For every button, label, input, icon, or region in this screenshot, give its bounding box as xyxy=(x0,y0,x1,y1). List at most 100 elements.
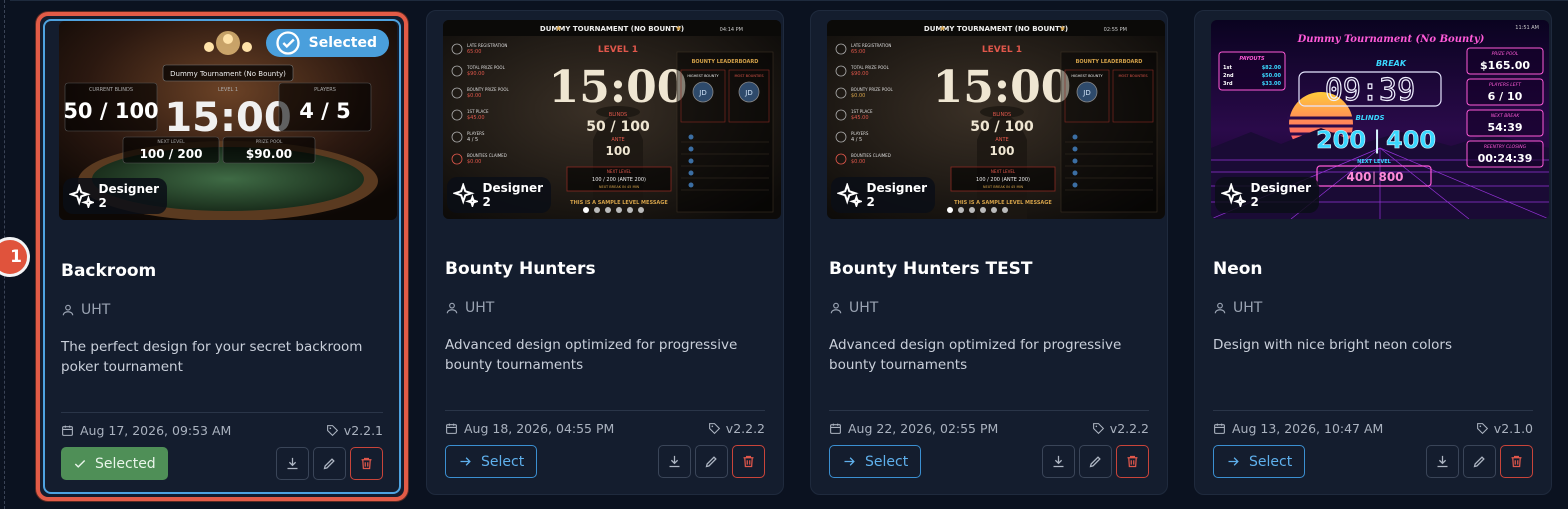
edit-button[interactable] xyxy=(313,447,346,480)
preview-blinds-label: CURRENT BLINDS xyxy=(89,87,133,93)
preview-blinds-label: BLINDS xyxy=(1355,114,1384,122)
select-button[interactable]: Select xyxy=(1213,445,1306,478)
card-divider xyxy=(829,410,1149,411)
download-button[interactable] xyxy=(276,447,309,480)
preview-initials: JD xyxy=(744,89,752,97)
step-badge: 1 xyxy=(0,237,30,277)
download-icon xyxy=(1053,455,1064,468)
preview-players: 6 / 10 xyxy=(1488,90,1523,103)
preview-stat-value: $0.00 xyxy=(467,159,481,165)
check-icon xyxy=(74,459,86,468)
card-title: Bounty Hunters TEST xyxy=(829,259,1033,279)
preview-highest-bounty: HIGHEST BOUNTY xyxy=(1071,74,1103,78)
card-actions xyxy=(1426,445,1533,478)
preview-stat-label: PLAYERS xyxy=(851,131,869,136)
top-rule xyxy=(10,0,1568,1)
card-author: UHT xyxy=(829,300,878,316)
preview-message: THIS IS A SAMPLE LEVEL MESSAGE xyxy=(954,200,1052,206)
designer-label: Designer 2 xyxy=(866,181,928,209)
download-icon xyxy=(287,457,298,470)
design-preview[interactable]: 11:51 AM Dummy Tournament (No Bounty) BR… xyxy=(1211,20,1549,219)
delete-button[interactable] xyxy=(350,447,383,480)
card-version: v2.1.0 xyxy=(1476,421,1533,436)
sparkles-icon xyxy=(837,182,862,208)
preview-next-break-label: NEXT BREAK xyxy=(1491,113,1521,119)
card-date: Aug 13, 2026, 10:47 AM xyxy=(1213,421,1383,436)
preview-timer: 15:00 xyxy=(549,62,688,113)
preview-stat-label: BOUNTY PRIZE POOL xyxy=(467,87,510,92)
date-text: Aug 17, 2026, 09:53 AM xyxy=(80,423,232,438)
preview-next-blinds: 100 / 200 (ANTE 200) xyxy=(976,177,1030,183)
author-name: UHT xyxy=(465,300,495,316)
preview-stat-value: $0.00 xyxy=(851,159,865,165)
design-preview[interactable]: Dummy Tournament (No Bounty) CURRENT BLI… xyxy=(59,21,397,220)
download-icon xyxy=(1437,455,1448,468)
preview-stat-value: $90.00 xyxy=(467,71,485,77)
preview-stat-label: LATE REGISTRATION xyxy=(851,43,891,48)
trash-icon xyxy=(743,455,754,468)
card-date: Aug 17, 2026, 09:53 AM xyxy=(61,423,231,438)
delete-button[interactable] xyxy=(732,445,765,478)
card-divider xyxy=(1213,410,1533,411)
preview-blinds: 50 / 100 xyxy=(63,99,158,123)
preview-most-bounties: MOST BOUNTIES xyxy=(1118,74,1148,78)
preview-stat-label: TOTAL PRIZE POOL xyxy=(850,65,890,70)
download-button[interactable] xyxy=(658,445,691,478)
preview-stat-label: BOUNTIES CLAIMED xyxy=(851,153,891,158)
preview-initials: JD xyxy=(698,89,706,97)
design-card-bounty-hunters[interactable]: DUMMY TOURNAMENT (NO BOUNTY) 04:14 PM ★ … xyxy=(426,10,784,495)
tag-icon xyxy=(708,423,720,435)
delete-button[interactable] xyxy=(1500,445,1533,478)
design-card-bounty-hunters-test[interactable]: DUMMY TOURNAMENT (NO BOUNTY) 02:55 PM ★ … xyxy=(810,10,1168,495)
preview-next-label: NEXT LEVEL xyxy=(607,169,632,174)
designer-label: Designer 2 xyxy=(98,182,160,210)
selected-chip-label: Selected xyxy=(308,35,377,51)
svg-text:|: | xyxy=(1372,170,1376,184)
preview-stat-value: $0.00 xyxy=(851,93,865,99)
download-button[interactable] xyxy=(1426,445,1459,478)
preview-level-label: LEVEL 1 xyxy=(218,87,238,93)
card-description: Advanced design optimized for progressiv… xyxy=(445,337,738,373)
design-preview[interactable]: DUMMY TOURNAMENT (NO BOUNTY) 04:14 PM ★ … xyxy=(443,20,781,219)
arrow-right-icon xyxy=(1228,457,1239,466)
design-card-backroom[interactable]: Dummy Tournament (No Bounty) CURRENT BLI… xyxy=(36,12,408,501)
select-button-label: Select xyxy=(481,453,525,470)
edit-button[interactable] xyxy=(695,445,728,478)
version-text: v2.1.0 xyxy=(1493,421,1533,436)
selected-button[interactable]: Selected xyxy=(61,447,168,480)
design-preview[interactable]: DUMMY TOURNAMENT (NO BOUNTY) 02:55 PM ★ … xyxy=(827,20,1165,219)
delete-button[interactable] xyxy=(1116,445,1149,478)
preview-players-label: PLAYERS xyxy=(314,87,336,93)
preview-stat-value: 65:00 xyxy=(851,49,865,55)
calendar-icon xyxy=(1214,423,1225,434)
preview-blinds: 50 / 100 xyxy=(586,119,650,135)
select-button[interactable]: Select xyxy=(829,445,922,478)
user-icon xyxy=(1214,302,1226,314)
preview-clock: 04:14 PM xyxy=(720,27,743,33)
edit-button[interactable] xyxy=(1463,445,1496,478)
date-text: Aug 22, 2026, 02:55 PM xyxy=(848,421,999,436)
preview-leaderboard: BOUNTY LEADERBOARD xyxy=(1076,59,1143,65)
card-version: v2.2.2 xyxy=(1092,421,1149,436)
preview-stat-value: $45.00 xyxy=(467,115,485,121)
preview-prize-label: PRIZE POOL xyxy=(1492,51,1519,57)
preview-ante: 100 xyxy=(989,144,1014,158)
preview-stat-value: $90.00 xyxy=(851,71,869,77)
card-title: Backroom xyxy=(61,261,157,281)
card-divider xyxy=(61,412,383,413)
select-button[interactable]: Select xyxy=(445,445,538,478)
preview-payout-amount: $82.00 xyxy=(1262,65,1282,71)
selected-button-label: Selected xyxy=(95,455,156,472)
tag-icon xyxy=(1476,423,1488,435)
tag-icon xyxy=(1092,423,1104,435)
preview-next-break: NEXT BREAK IN 45 MIN xyxy=(599,185,640,189)
version-text: v2.2.1 xyxy=(343,423,383,438)
preview-stat-label: BOUNTIES CLAIMED xyxy=(467,153,507,158)
preview-players: 4 / 5 xyxy=(299,99,351,123)
designer-badge: Designer 2 xyxy=(1215,177,1320,213)
design-card-neon[interactable]: 11:51 AM Dummy Tournament (No Bounty) BR… xyxy=(1194,10,1552,495)
preview-clock: 02:55 PM xyxy=(1104,27,1127,33)
edit-button[interactable] xyxy=(1079,445,1112,478)
card-description: The perfect design for your secret backr… xyxy=(61,339,363,375)
download-button[interactable] xyxy=(1042,445,1075,478)
